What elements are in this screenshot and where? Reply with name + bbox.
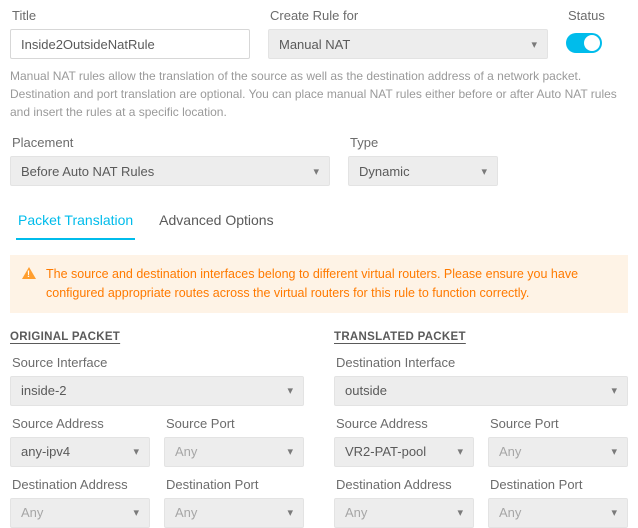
trans-dst-if-select[interactable]: outside ▾ bbox=[334, 376, 628, 406]
placement-label: Placement bbox=[12, 135, 330, 150]
title-label: Title bbox=[12, 8, 250, 23]
trans-src-port-label: Source Port bbox=[490, 416, 628, 431]
create-for-label: Create Rule for bbox=[270, 8, 548, 23]
chevron-down-icon: ▾ bbox=[313, 165, 319, 178]
warning-icon bbox=[22, 267, 36, 279]
type-select[interactable]: Dynamic ▾ bbox=[348, 156, 498, 186]
tab-advanced-options[interactable]: Advanced Options bbox=[157, 206, 275, 240]
trans-src-addr-label: Source Address bbox=[336, 416, 474, 431]
trans-dst-if-value: outside bbox=[345, 383, 387, 398]
placement-type-row: Placement Before Auto NAT Rules ▾ Type D… bbox=[10, 135, 628, 186]
orig-dst-addr-label: Destination Address bbox=[12, 477, 150, 492]
trans-dst-port-select[interactable]: Any ▾ bbox=[488, 498, 628, 528]
type-value: Dynamic bbox=[359, 164, 410, 179]
status-toggle[interactable] bbox=[566, 33, 602, 53]
trans-dst-port-label: Destination Port bbox=[490, 477, 628, 492]
trans-src-port-select[interactable]: Any ▾ bbox=[488, 437, 628, 467]
chevron-down-icon: ▾ bbox=[287, 384, 293, 397]
orig-src-if-value: inside-2 bbox=[21, 383, 67, 398]
original-packet-column: ORIGINAL PACKET Source Interface inside-… bbox=[10, 331, 304, 528]
trans-dst-port-value: Any bbox=[499, 505, 521, 520]
status-label: Status bbox=[568, 8, 605, 23]
orig-dst-port-value: Any bbox=[175, 505, 197, 520]
chevron-down-icon: ▾ bbox=[133, 445, 139, 458]
trans-src-addr-select[interactable]: VR2-PAT-pool ▾ bbox=[334, 437, 474, 467]
chevron-down-icon: ▾ bbox=[531, 38, 537, 51]
trans-dst-if-label: Destination Interface bbox=[336, 355, 628, 370]
warning-alert: The source and destination interfaces be… bbox=[10, 255, 628, 313]
title-input[interactable] bbox=[10, 29, 250, 59]
orig-src-port-label: Source Port bbox=[166, 416, 304, 431]
chevron-down-icon: ▾ bbox=[481, 165, 487, 178]
chevron-down-icon: ▾ bbox=[611, 506, 617, 519]
chevron-down-icon: ▾ bbox=[133, 506, 139, 519]
chevron-down-icon: ▾ bbox=[611, 445, 617, 458]
translated-packet-head: TRANSLATED PACKET bbox=[334, 331, 628, 343]
chevron-down-icon: ▾ bbox=[287, 506, 293, 519]
top-row: Title Create Rule for Manual NAT ▾ Statu… bbox=[10, 8, 628, 59]
chevron-down-icon: ▾ bbox=[611, 384, 617, 397]
orig-src-addr-label: Source Address bbox=[12, 416, 150, 431]
create-for-select[interactable]: Manual NAT ▾ bbox=[268, 29, 548, 59]
original-packet-head: ORIGINAL PACKET bbox=[10, 331, 304, 343]
packet-columns: ORIGINAL PACKET Source Interface inside-… bbox=[10, 331, 628, 528]
orig-src-addr-select[interactable]: any-ipv4 ▾ bbox=[10, 437, 150, 467]
chevron-down-icon: ▾ bbox=[457, 445, 463, 458]
trans-src-addr-value: VR2-PAT-pool bbox=[345, 444, 426, 459]
trans-dst-addr-select[interactable]: Any ▾ bbox=[334, 498, 474, 528]
type-label: Type bbox=[350, 135, 498, 150]
orig-src-if-select[interactable]: inside-2 ▾ bbox=[10, 376, 304, 406]
chevron-down-icon: ▾ bbox=[457, 506, 463, 519]
tab-packet-translation[interactable]: Packet Translation bbox=[16, 206, 135, 240]
tabs: Packet Translation Advanced Options bbox=[10, 206, 628, 241]
trans-dst-addr-value: Any bbox=[345, 505, 367, 520]
orig-src-addr-value: any-ipv4 bbox=[21, 444, 70, 459]
orig-dst-addr-value: Any bbox=[21, 505, 43, 520]
translated-packet-column: TRANSLATED PACKET Destination Interface … bbox=[334, 331, 628, 528]
orig-dst-addr-select[interactable]: Any ▾ bbox=[10, 498, 150, 528]
placement-select[interactable]: Before Auto NAT Rules ▾ bbox=[10, 156, 330, 186]
chevron-down-icon: ▾ bbox=[287, 445, 293, 458]
placement-value: Before Auto NAT Rules bbox=[21, 164, 154, 179]
orig-src-if-label: Source Interface bbox=[12, 355, 304, 370]
create-for-value: Manual NAT bbox=[279, 37, 350, 52]
orig-dst-port-select[interactable]: Any ▾ bbox=[164, 498, 304, 528]
orig-src-port-value: Any bbox=[175, 444, 197, 459]
trans-src-port-value: Any bbox=[499, 444, 521, 459]
orig-src-port-select[interactable]: Any ▾ bbox=[164, 437, 304, 467]
help-text: Manual NAT rules allow the translation o… bbox=[10, 67, 628, 121]
trans-dst-addr-label: Destination Address bbox=[336, 477, 474, 492]
warning-text: The source and destination interfaces be… bbox=[46, 265, 616, 303]
orig-dst-port-label: Destination Port bbox=[166, 477, 304, 492]
